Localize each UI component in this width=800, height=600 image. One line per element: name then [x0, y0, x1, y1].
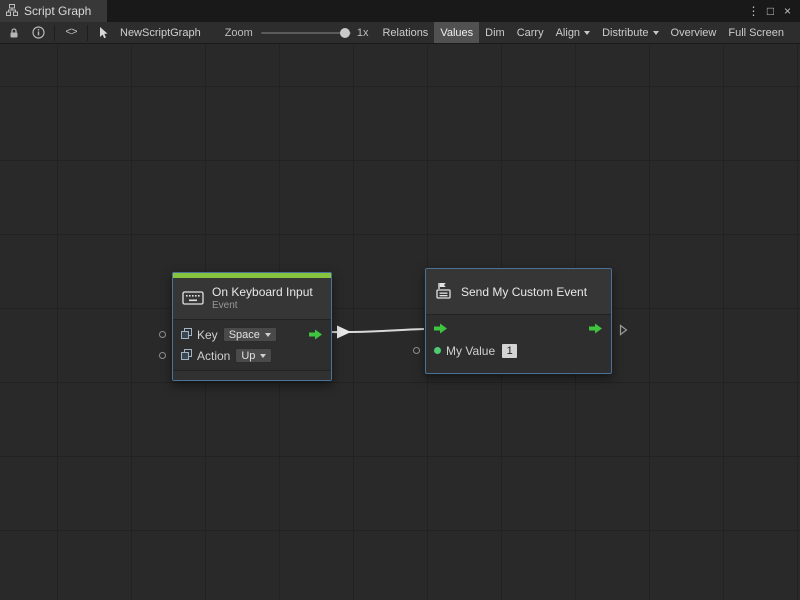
node-send-my-custom-event[interactable]: Send My Custom Event [425, 268, 612, 374]
port-label: Key [197, 328, 218, 342]
graph-canvas[interactable]: On Keyboard Input Event Key Space [0, 44, 800, 600]
tab-bar: Script Graph ⋮ □ × [0, 0, 800, 22]
port-label: My Value [446, 344, 495, 358]
node-on-keyboard-input[interactable]: On Keyboard Input Event Key Space [172, 272, 332, 381]
tab-script-graph[interactable]: Script Graph [0, 0, 107, 22]
enum-type-icon [181, 328, 192, 342]
port-label: Action [197, 349, 230, 363]
event-icon [435, 282, 453, 302]
zoom-value: 1x [357, 27, 369, 39]
input-port-circle[interactable] [413, 347, 420, 354]
graph-name-breadcrumb[interactable]: NewScriptGraph [120, 27, 201, 39]
port-row-key: Key Space [173, 324, 331, 345]
port-row-action: Action Up [173, 345, 331, 366]
window-controls: ⋮ □ × [745, 0, 800, 22]
code-view-icon[interactable]: <> [59, 23, 83, 43]
flow-port-row [426, 319, 611, 340]
port-row-my-value: My Value 1 [426, 340, 611, 361]
overview-button[interactable]: Overview [665, 22, 723, 44]
dim-button[interactable]: Dim [479, 22, 511, 44]
input-port-circle[interactable] [159, 331, 166, 338]
fullscreen-button[interactable]: Full Screen [722, 22, 790, 44]
script-graph-icon [6, 4, 18, 19]
my-value-input[interactable]: 1 [502, 344, 517, 358]
input-port-circle[interactable] [159, 352, 166, 359]
zoom-slider[interactable] [261, 32, 351, 34]
window-menu-icon[interactable]: ⋮ [745, 0, 762, 22]
node-footer [173, 370, 331, 380]
external-flow-arrow-icon[interactable] [619, 324, 628, 339]
graph-toolbar: <> NewScriptGraph Zoom 1x Relations Valu… [0, 22, 800, 44]
chevron-down-icon [584, 31, 590, 35]
tab-title: Script Graph [24, 4, 91, 18]
distribute-dropdown-button[interactable]: Distribute [596, 22, 664, 44]
flow-output-port[interactable] [309, 329, 323, 340]
graph-pointer-icon[interactable] [92, 23, 116, 43]
connection-wire [0, 44, 800, 600]
script-graph-window: Script Graph ⋮ □ × <> [0, 0, 800, 600]
chevron-down-icon [260, 354, 266, 358]
action-dropdown[interactable]: Up [235, 348, 272, 363]
align-dropdown-button[interactable]: Align [550, 22, 596, 44]
node-header[interactable]: On Keyboard Input Event [173, 278, 331, 320]
values-button[interactable]: Values [434, 22, 479, 44]
info-icon[interactable] [26, 23, 50, 43]
zoom-label: Zoom [225, 27, 253, 39]
relations-button[interactable]: Relations [376, 22, 434, 44]
value-port-dot[interactable] [434, 347, 441, 354]
node-title: Send My Custom Event [461, 285, 587, 299]
flow-input-port[interactable] [434, 323, 448, 337]
toolbar-divider [87, 25, 88, 41]
chevron-down-icon [265, 333, 271, 337]
node-subtitle: Event [212, 300, 313, 312]
node-title: On Keyboard Input [212, 285, 313, 299]
lock-icon[interactable] [2, 23, 26, 43]
maximize-icon[interactable]: □ [762, 0, 779, 22]
flow-output-port[interactable] [589, 323, 603, 337]
chevron-down-icon [653, 31, 659, 35]
enum-type-icon [181, 349, 192, 363]
keyboard-icon [182, 290, 204, 308]
carry-button[interactable]: Carry [511, 22, 550, 44]
key-dropdown[interactable]: Space [223, 327, 277, 342]
toolbar-divider [54, 25, 55, 41]
zoom-slider-knob[interactable] [340, 28, 350, 38]
close-icon[interactable]: × [779, 0, 796, 22]
node-header[interactable]: Send My Custom Event [426, 269, 611, 315]
